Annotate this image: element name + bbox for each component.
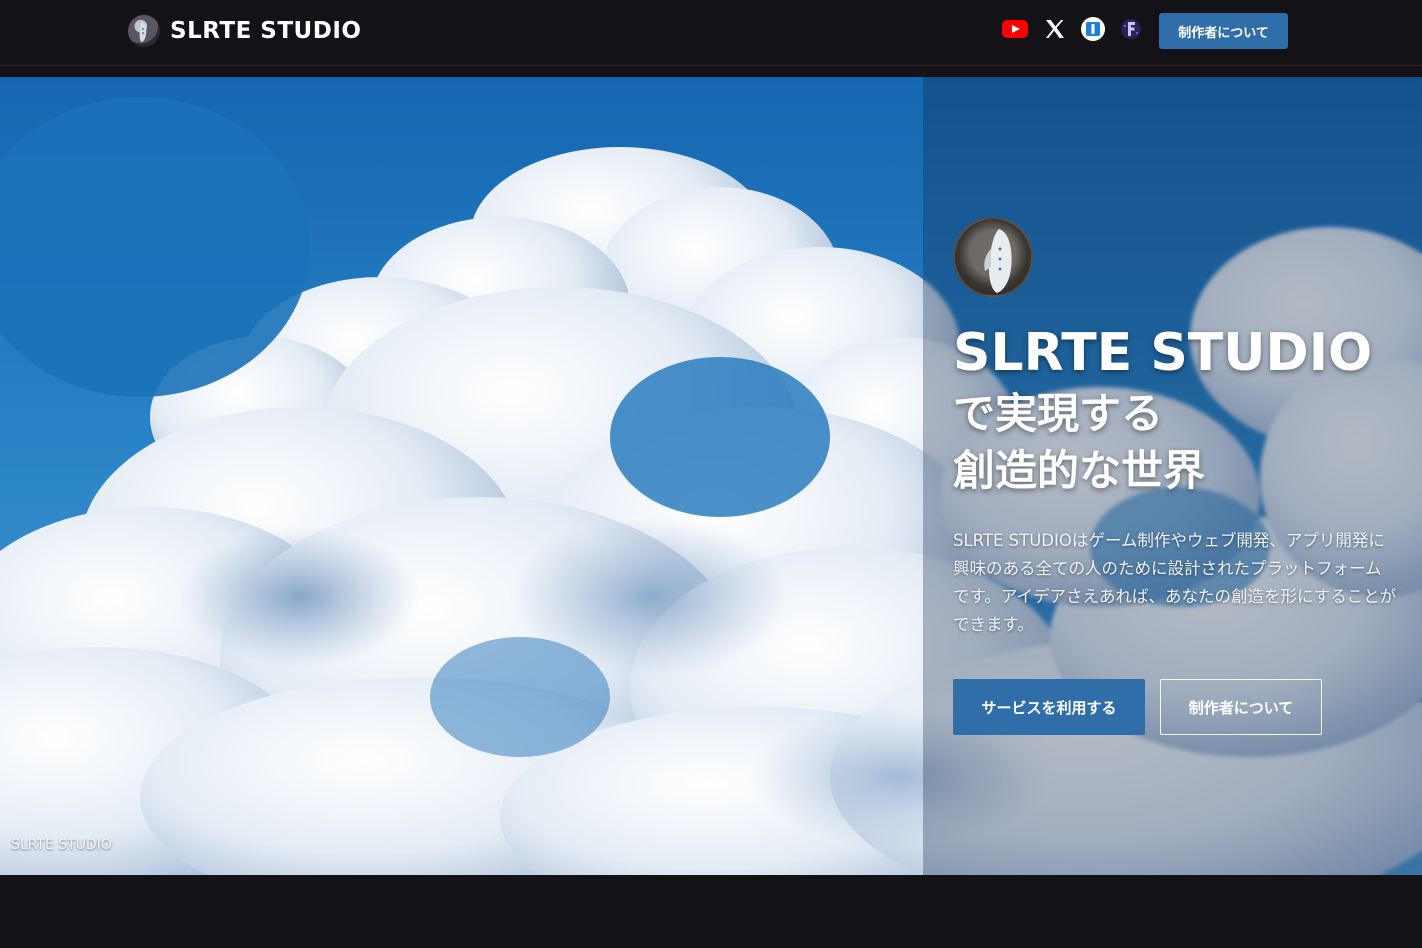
youtube-icon[interactable] <box>1000 14 1030 44</box>
f-icon[interactable] <box>1116 14 1146 44</box>
brand-name: SLRTE STUDIO <box>170 18 362 44</box>
brand-link[interactable]: SLRTE STUDIO <box>128 14 361 48</box>
hero-section: SLRTE STUDIO SLRTE STUDIO で実現する 創造的な世界 S… <box>0 77 1422 875</box>
hero-title-main: SLRTE STUDIO <box>953 323 1373 383</box>
hero-title-line-1: で実現する <box>953 389 1164 438</box>
hero-description: SLRTE STUDIOはゲーム制作やウェブ開発、アプリ開発に興味のある全ての人… <box>953 531 1397 634</box>
about-creator-button[interactable]: 制作者について <box>1159 13 1288 49</box>
hatena-icon[interactable] <box>1078 14 1108 44</box>
use-service-button[interactable]: サービスを利用する <box>953 679 1145 735</box>
hero-caption: SLRTE STUDIO <box>11 837 112 853</box>
site-header: SLRTE STUDIO 制作者について <box>0 0 1422 66</box>
hero-title-line-2: 創造的な世界 <box>953 446 1206 495</box>
about-creator-hero-button[interactable]: 制作者について <box>1160 679 1322 735</box>
brand-logo-icon <box>128 15 160 47</box>
x-icon[interactable] <box>1040 14 1070 44</box>
creator-avatar <box>953 217 1033 297</box>
hero-content-panel: SLRTE STUDIO で実現する 創造的な世界 SLRTE STUDIOはゲ… <box>923 77 1422 875</box>
